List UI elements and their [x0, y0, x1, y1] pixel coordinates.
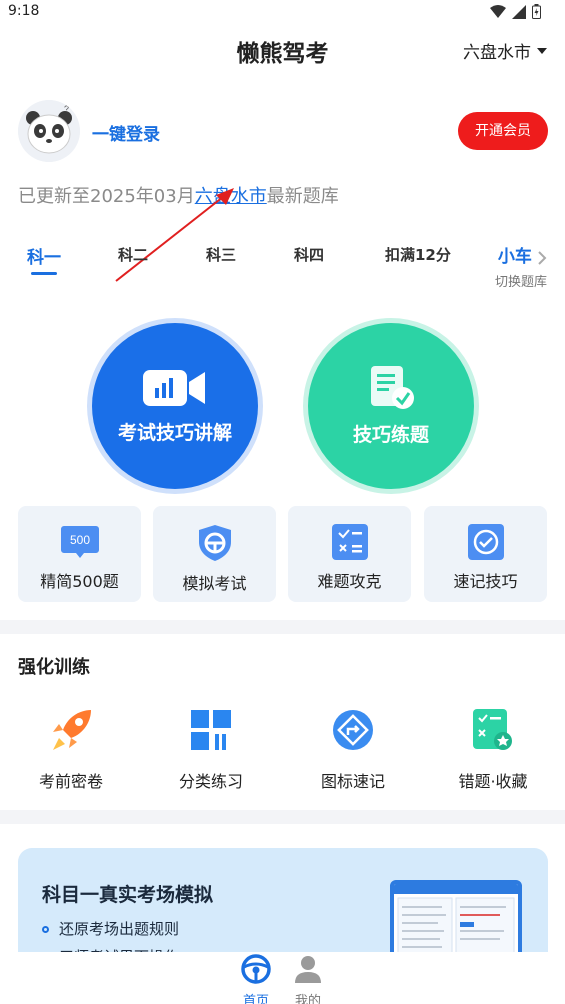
subject-tabs: 科一 科二 科三 科四 扣满12分 小车 切换题库 [0, 240, 565, 290]
person-icon [295, 956, 321, 983]
500-badge-icon: 500 [60, 526, 99, 558]
exam-tips-label: 考试技巧讲解 [117, 421, 232, 444]
card-label: 模拟考试 [182, 574, 247, 593]
training-section-title: 强化训练 [18, 657, 90, 678]
exam-tips-button[interactable]: 考试技巧讲解 [92, 323, 258, 489]
banner-bullet: 还原考场出题规则 [42, 918, 179, 939]
card-label: 速记技巧 [453, 572, 518, 591]
vehicle-label: 小车 [497, 247, 532, 267]
vehicle-switch-subtitle: 切换题库 [494, 275, 547, 290]
status-bar: 9:18 [0, 0, 565, 26]
update-suffix: 最新题库 [266, 186, 339, 207]
bullet-dot-icon [42, 926, 49, 933]
bottom-nav: 首页 我的 [0, 952, 565, 1004]
section-divider [0, 620, 565, 634]
train-item-category[interactable]: 分类练习 [146, 708, 276, 792]
calculator-icon [331, 524, 368, 560]
train-item-label: 考前密卷 [38, 772, 103, 791]
tips-practice-label: 技巧练题 [352, 423, 429, 446]
steering-shield-icon [198, 525, 231, 561]
card-hard-questions[interactable]: 难题攻克 [288, 506, 411, 602]
nav-profile-label: 我的 [294, 994, 321, 1004]
scroll-check-icon [371, 365, 414, 409]
vehicle-switch[interactable]: 小车 切换题库 [495, 242, 547, 290]
train-item-label: 错题·收藏 [458, 772, 528, 791]
check-square-icon [467, 524, 504, 560]
feature-grid: 500 精简500题 模拟考试 难题攻克 速记技巧 [18, 506, 548, 602]
panda-avatar-icon: ? [18, 100, 80, 162]
chevron-right-icon [538, 250, 547, 265]
title-bar: 懒熊驾考 六盘水市 [0, 26, 565, 76]
tips-practice-button[interactable]: 技巧练题 [308, 323, 474, 489]
train-item-signs[interactable]: 图标速记 [288, 708, 418, 792]
tab-full-deduction[interactable]: 扣满12分 [385, 244, 451, 265]
vip-button[interactable]: 开通会员 [458, 112, 548, 150]
svg-text:?: ? [64, 104, 69, 114]
avatar[interactable]: ? [18, 100, 80, 162]
wrong-questions-icon [473, 709, 512, 750]
tab-subject-2[interactable]: 科二 [118, 244, 148, 265]
train-item-label: 分类练习 [178, 772, 243, 791]
train-item-label: 图标速记 [320, 772, 385, 791]
tab-subject-1[interactable]: 科一 [27, 243, 61, 268]
section-divider [0, 810, 565, 824]
grid-blocks-icon [191, 710, 231, 750]
rocket-icon [53, 710, 91, 750]
login-link[interactable]: 一键登录 [92, 120, 160, 145]
user-row: ? 一键登录 开通会员 [18, 100, 548, 162]
app-screen: 9:18 懒熊驾考 六盘水市 ? 一键登录 开通会员 已更新至2025年03月六… [0, 0, 565, 1004]
card-label: 难题攻克 [317, 572, 382, 591]
card-mock-exam[interactable]: 模拟考试 [153, 506, 276, 602]
nav-home-label: 首页 [242, 994, 269, 1004]
city-select[interactable]: 六盘水市 [463, 38, 547, 63]
card-label: 精简500题 [40, 572, 119, 591]
nav-home[interactable]: 首页 [226, 954, 286, 1004]
tab-active-indicator [31, 272, 57, 275]
banner-title: 科目一真实考场模拟 [42, 884, 214, 906]
caret-down-icon [537, 47, 547, 54]
badge-text: 500 [69, 533, 89, 547]
direction-sign-icon [333, 710, 373, 750]
nav-profile[interactable]: 我的 [278, 954, 338, 1004]
status-time: 9:18 [8, 3, 40, 19]
steering-wheel-icon [241, 954, 271, 984]
city-select-label: 六盘水市 [463, 43, 531, 63]
tab-subject-3[interactable]: 科三 [206, 244, 236, 265]
status-icons [490, 4, 541, 19]
card-simplified-500[interactable]: 500 精简500题 [18, 506, 141, 602]
tab-subject-4[interactable]: 科四 [294, 244, 324, 265]
signal-icon [512, 4, 526, 19]
banner-bullet-text: 还原考场出题规则 [59, 920, 180, 938]
battery-icon [532, 4, 541, 19]
wifi-icon [490, 4, 506, 18]
train-item-pre-exam[interactable]: 考前密卷 [6, 708, 136, 792]
train-item-wrong-favorites[interactable]: 错题·收藏 [428, 708, 558, 792]
video-camera-icon [143, 369, 205, 406]
card-memory-tips[interactable]: 速记技巧 [424, 506, 547, 602]
